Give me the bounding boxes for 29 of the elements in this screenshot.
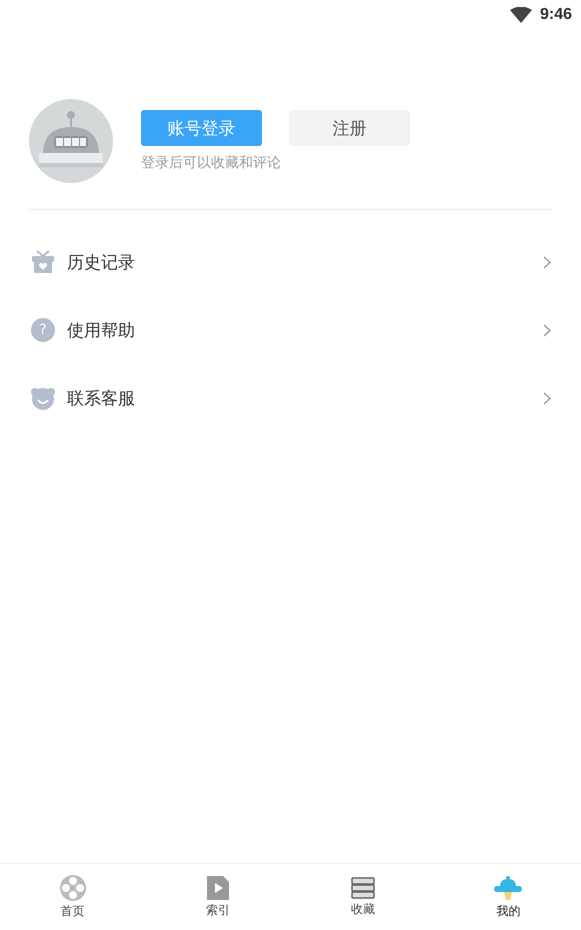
menu-label: 联系客服 <box>67 388 136 410</box>
books-icon <box>351 876 376 898</box>
film-reel-icon <box>60 874 86 900</box>
gift-icon <box>31 250 55 274</box>
nav-tab[interactable]: 收藏 <box>290 864 436 930</box>
chevron-right-icon <box>543 256 551 268</box>
status-time: 9:46 <box>540 6 572 24</box>
nav-label: 索引 <box>206 902 230 918</box>
menu-label: 历史记录 <box>67 252 136 274</box>
nav-label: 首页 <box>60 902 85 920</box>
menu-item[interactable]: 历史记录 <box>0 228 581 296</box>
chevron-right-icon <box>543 324 551 336</box>
nav-tab[interactable]: 索引 <box>145 864 290 930</box>
avatar-robot-icon <box>29 99 113 183</box>
nav-label: 我的 <box>496 902 520 920</box>
help-icon: ? <box>31 318 55 342</box>
chevron-right-icon <box>543 392 551 404</box>
menu-label: 使用帮助 <box>67 320 136 342</box>
nav-tab[interactable]: 首页 <box>0 864 146 930</box>
video-file-icon <box>206 876 229 900</box>
wifi-icon <box>510 7 532 23</box>
bear-face-icon <box>31 386 55 410</box>
menu-item[interactable]: ? 使用帮助 <box>0 296 581 364</box>
ufo-icon <box>494 874 522 900</box>
register-button[interactable]: 注册 <box>289 110 410 146</box>
nav-tab[interactable]: 我的 <box>436 864 581 930</box>
login-hint: 登录后可以收藏和评论 <box>141 154 282 172</box>
nav-label: 收藏 <box>351 900 376 918</box>
menu-item[interactable]: 联系客服 <box>0 364 581 432</box>
